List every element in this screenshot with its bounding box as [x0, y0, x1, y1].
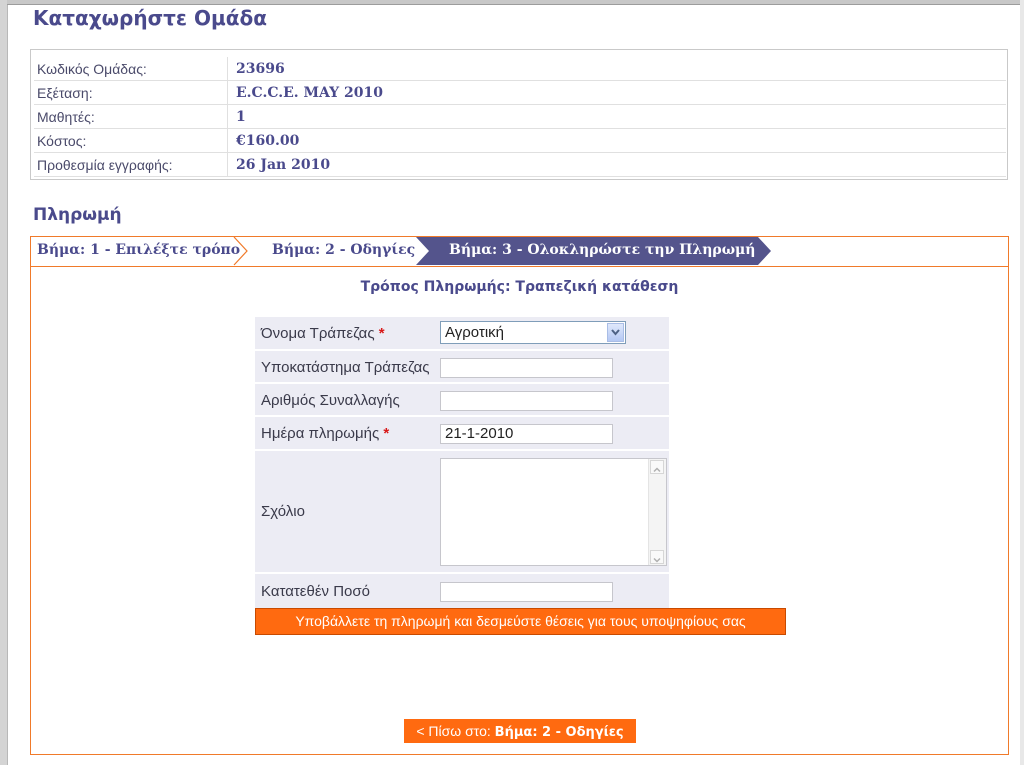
info-label: Εξέταση: [37, 85, 93, 101]
info-value: E.C.C.E. MAY 2010 [236, 85, 383, 101]
column-divider [227, 105, 228, 128]
info-row-students: Μαθητές: 1 [34, 105, 1006, 129]
bank-branch-input[interactable] [440, 358, 613, 378]
back-to-step-2-button[interactable]: < Πίσω στο: Βήμα: 2 - Οδηγίες [404, 719, 636, 743]
deposited-amount-input[interactable] [440, 582, 613, 602]
info-label: Κόστος: [37, 133, 87, 149]
payment-section-title: Πληρωμή [33, 205, 122, 225]
payment-date-input[interactable]: 21-1-2010 [440, 424, 613, 444]
column-divider [227, 57, 228, 80]
info-row-deadline: Προθεσμία εγγραφής: 26 Jan 2010 [34, 153, 1006, 177]
chevron-down-icon[interactable] [607, 323, 624, 342]
form-row-transaction-number: Αριθμός Συναλλαγής [255, 384, 669, 417]
info-label: Κωδικός Ομάδας: [37, 61, 147, 77]
submit-payment-button[interactable]: Υποβάλλετε τη πληρωμή και δεσμεύστε θέσε… [255, 608, 786, 635]
column-divider [227, 129, 228, 152]
browser-top-edge [7, 0, 1024, 5]
info-value: 26 Jan 2010 [236, 157, 331, 173]
info-row-cost: Κόστος: €160.00 [34, 129, 1006, 153]
bank-name-select[interactable]: Αγροτική [440, 321, 626, 344]
info-row-group-code: Κωδικός Ομάδας: 23696 [34, 57, 1006, 81]
info-label: Μαθητές: [37, 109, 95, 125]
column-divider [227, 153, 228, 176]
browser-left-edge [0, 0, 8, 765]
payment-method-title: Τρόπος Πληρωμής: Τραπεζική κατάθεση [360, 279, 679, 295]
payment-date-label: Ημέρα πληρωμής * [261, 425, 390, 442]
form-row-payment-date: Ημέρα πληρωμής * 21-1-2010 [255, 417, 669, 451]
required-mark: * [383, 425, 390, 442]
payment-panel: Βήμα: 1 - Επιλέξτε τρόπο Βήμα: 2 - Οδηγί… [30, 236, 1009, 755]
info-value: 1 [236, 109, 246, 125]
browser-right-edge [1020, 0, 1024, 765]
back-prefix: < Πίσω στο: [416, 723, 495, 739]
info-value: €160.00 [236, 133, 300, 149]
column-divider [227, 81, 228, 104]
page-title: Καταχωρήστε Ομάδα [33, 6, 267, 30]
scroll-down-icon[interactable] [650, 550, 664, 564]
required-mark: * [378, 325, 385, 342]
form-row-bank-branch: Υποκατάστημα Τράπεζας [255, 351, 669, 384]
comment-scrollbar[interactable] [648, 459, 666, 565]
comment-label: Σχόλιο [261, 503, 305, 520]
info-row-exam: Εξέταση: E.C.C.E. MAY 2010 [34, 81, 1006, 105]
scroll-up-icon[interactable] [650, 460, 664, 474]
bank-branch-label: Υποκατάστημα Τράπεζας [261, 359, 430, 376]
step-progress-bar: Βήμα: 1 - Επιλέξτε τρόπο Βήμα: 2 - Οδηγί… [31, 237, 1008, 267]
info-value: 23696 [236, 61, 285, 77]
back-target: Βήμα: 2 - Οδηγίες [494, 725, 624, 740]
step-1[interactable]: Βήμα: 1 - Επιλέξτε τρόπο [37, 242, 240, 258]
form-row-deposited-amount: Κατατεθέν Ποσό [255, 574, 669, 608]
form-row-bank-name: Όνομα Τράπεζας * Αγροτική [255, 317, 669, 351]
step-3-active: Βήμα: 3 - Ολοκληρώστε την Πληρωμή [449, 242, 756, 258]
transaction-number-input[interactable] [440, 391, 613, 411]
deposited-amount-label: Κατατεθέν Ποσό [261, 583, 370, 600]
form-row-comment: Σχόλιο [255, 451, 669, 574]
group-info-box: Κωδικός Ομάδας: 23696 Εξέταση: E.C.C.E. … [30, 49, 1008, 180]
step-2[interactable]: Βήμα: 2 - Οδηγίες [272, 242, 415, 258]
comment-textarea[interactable] [440, 458, 667, 566]
transaction-number-label: Αριθμός Συναλλαγής [261, 392, 400, 409]
info-label: Προθεσμία εγγραφής: [37, 157, 173, 173]
bank-name-label: Όνομα Τράπεζας * [261, 325, 385, 342]
bank-name-selected-value: Αγροτική [445, 324, 504, 341]
